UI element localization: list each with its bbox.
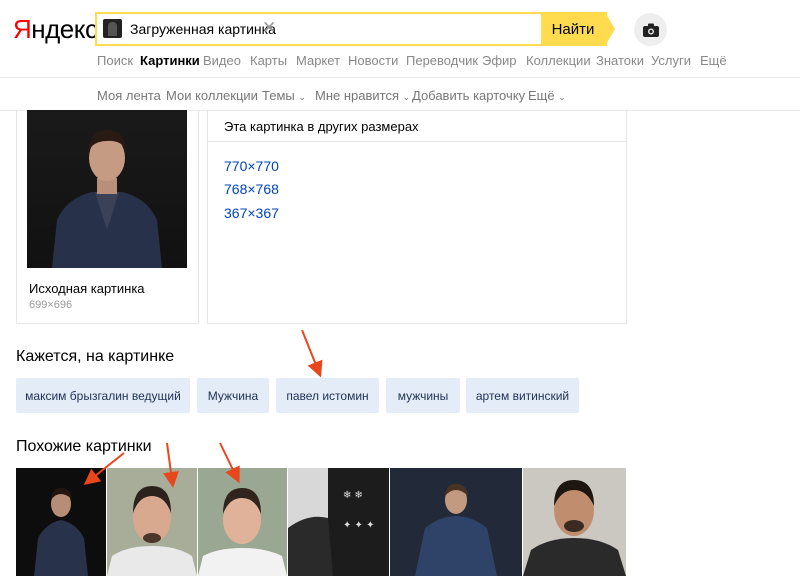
annotation-arrows (83, 329, 323, 488)
